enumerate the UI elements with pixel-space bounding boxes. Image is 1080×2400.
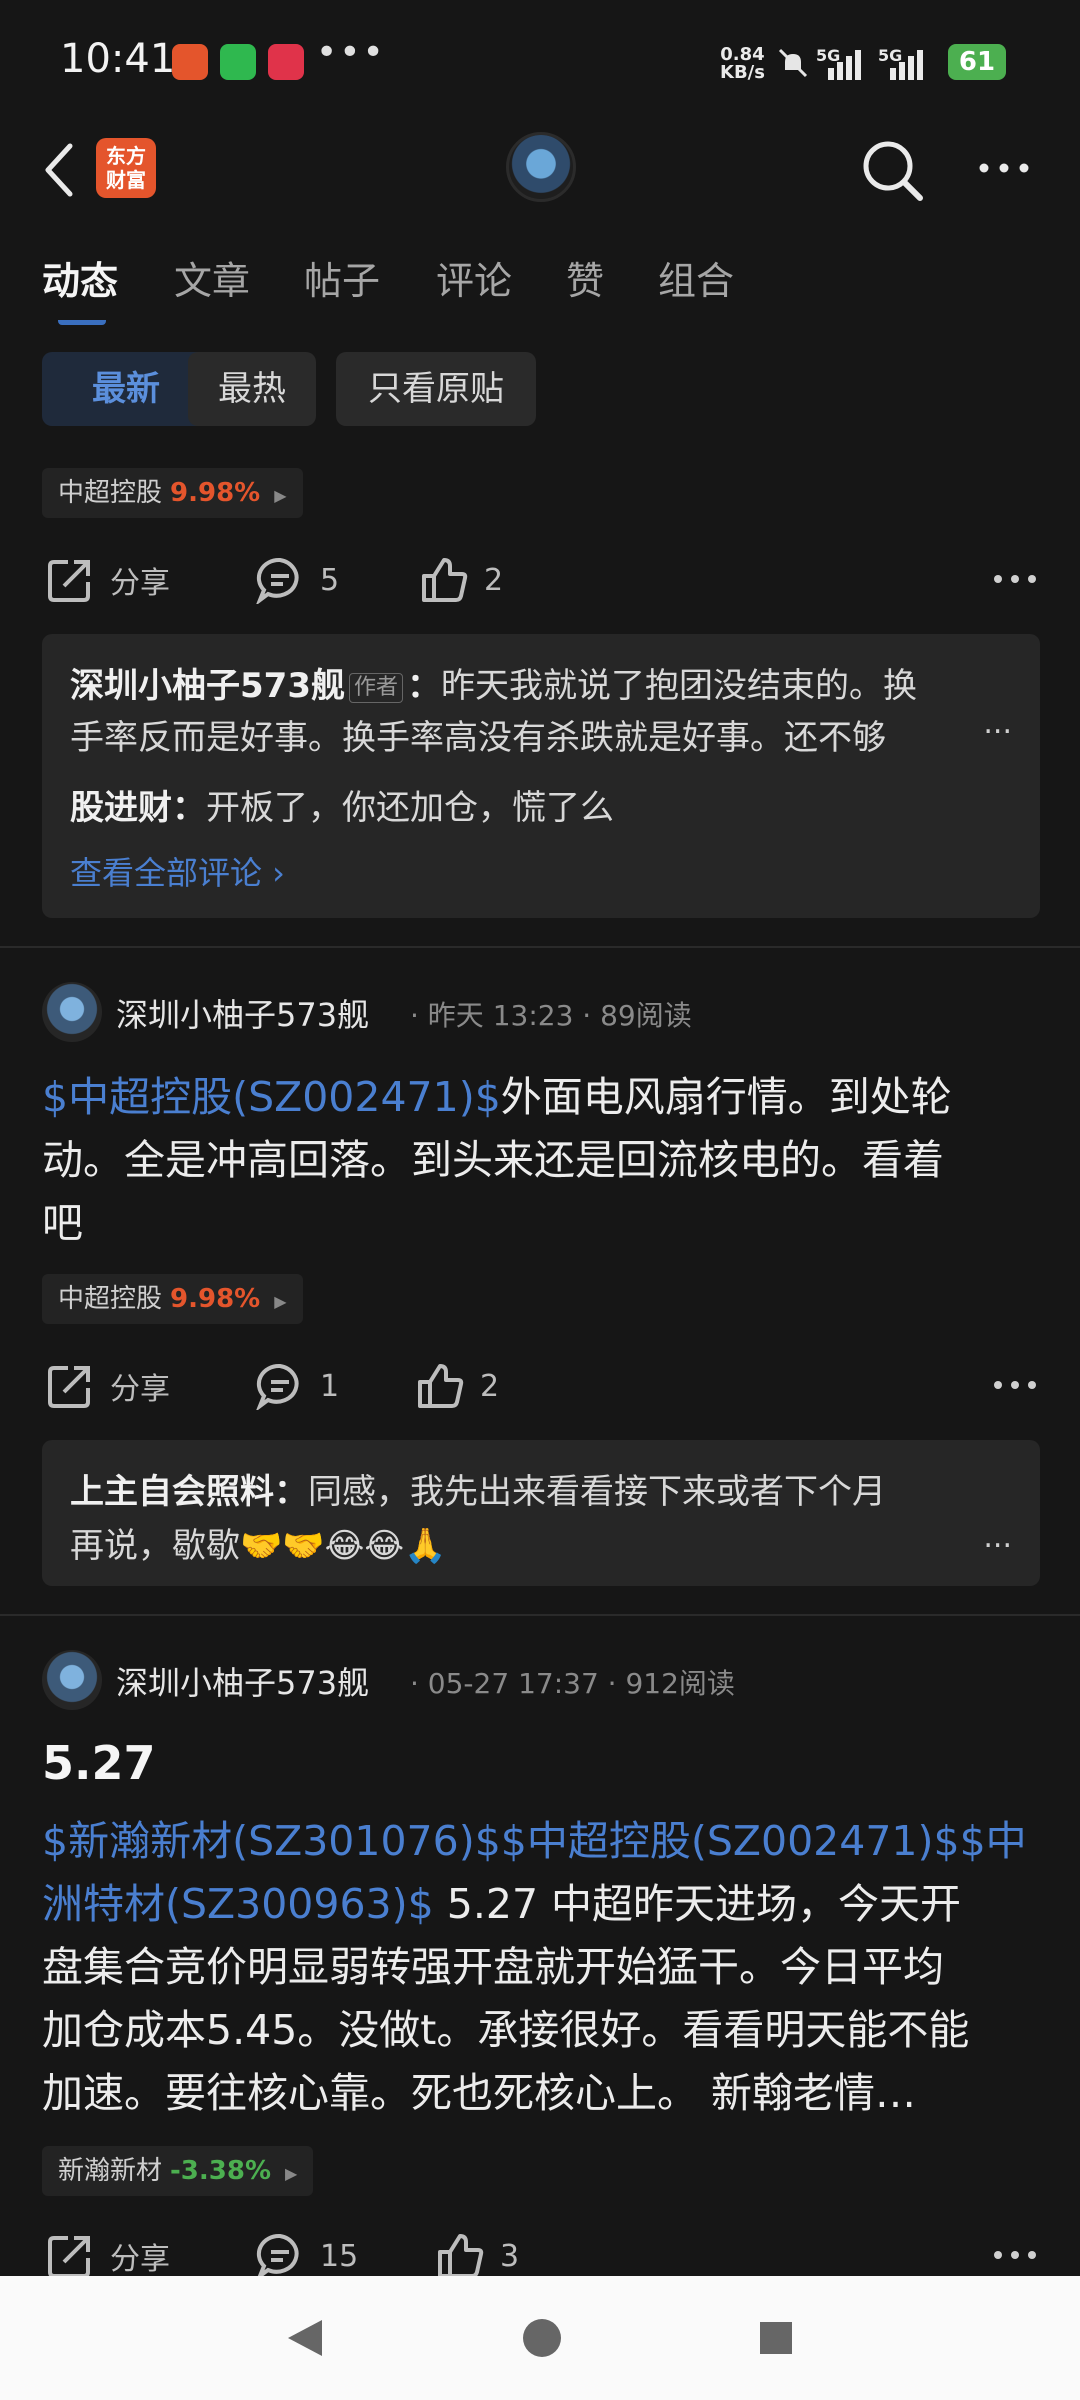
comment-preview-box[interactable]: 上主自会照料：同感，我先出来看看接下来或者下个月 再说，歇歇🤝🤝😂😂🙏 ... bbox=[42, 1440, 1040, 1586]
like-button[interactable]: 2 bbox=[416, 1362, 499, 1410]
eastmoney-logo[interactable]: 东方 财富 bbox=[96, 138, 156, 198]
comment-preview-box[interactable]: 深圳小柚子573舰 作者 ：昨天我就说了抱团没结束的。换 手率反而是好事。换手率高没… bbox=[42, 634, 1040, 918]
post-divider bbox=[0, 1614, 1080, 1616]
back-button[interactable] bbox=[40, 140, 80, 200]
signal-icon-1 bbox=[828, 50, 861, 80]
stock-name: 中超控股 bbox=[58, 1284, 163, 1314]
post-author[interactable]: 深圳小柚子573舰 bbox=[116, 1658, 369, 1704]
post-divider bbox=[0, 946, 1080, 948]
share-button[interactable]: 分享 bbox=[46, 556, 170, 604]
thumbs-up-icon bbox=[422, 558, 468, 602]
battery-indicator: 61 bbox=[948, 44, 1006, 80]
comment-button[interactable]: 1 bbox=[256, 1362, 339, 1410]
share-icon bbox=[48, 2236, 90, 2278]
comment-icon bbox=[256, 2233, 299, 2280]
comment-line-cont: 再说，歇歇🤝🤝😂😂🙏 bbox=[70, 1526, 447, 1566]
expand-ellipsis[interactable]: ... bbox=[983, 1520, 1012, 1555]
play-arrow-icon: ▶ bbox=[285, 2164, 298, 2183]
post-meta: · 05-27 17:37 · 912阅读 bbox=[410, 1667, 735, 1700]
comment-icon bbox=[256, 557, 299, 604]
comment-icon bbox=[256, 1363, 299, 1410]
video-app-icon bbox=[268, 44, 304, 80]
stock-change: -3.38% bbox=[170, 2156, 272, 2186]
stock-change: 9.98% bbox=[170, 1284, 261, 1314]
stock-link: $中超控股(SZ002471)$ bbox=[42, 1073, 501, 1121]
tab-likes[interactable]: 赞 bbox=[566, 250, 604, 305]
like-button[interactable]: 2 bbox=[420, 556, 503, 604]
stock-link: $中 bbox=[959, 1817, 1027, 1865]
signal-icon-2 bbox=[890, 50, 923, 80]
post-body[interactable]: $新瀚新材(SZ301076)$$中超控股(SZ002471)$$中 洲特材(S… bbox=[42, 1810, 1042, 2125]
stock-tag[interactable]: 新瀚新材 -3.38% ▶ bbox=[42, 2146, 314, 2196]
search-icon[interactable] bbox=[858, 136, 928, 206]
status-overflow: ••• bbox=[316, 32, 386, 73]
see-all-comments-link[interactable]: 查看全部评论 › bbox=[70, 848, 285, 894]
stock-tag[interactable]: 中超控股 9.98% ▶ bbox=[42, 468, 303, 518]
wechat-icon bbox=[220, 44, 256, 80]
nav-home-icon[interactable] bbox=[520, 2316, 564, 2360]
notification-app-icon bbox=[172, 44, 208, 80]
play-arrow-icon: ▶ bbox=[274, 1292, 287, 1311]
author-badge: 作者 bbox=[348, 672, 403, 703]
profile-avatar[interactable] bbox=[506, 132, 576, 202]
stock-link: 洲特材(SZ300963)$ bbox=[42, 1880, 434, 1928]
tab-comments[interactable]: 评论 bbox=[436, 250, 512, 305]
tab-dynamic[interactable]: 动态 bbox=[42, 250, 118, 305]
like-button[interactable]: 3 bbox=[436, 2232, 519, 2280]
more-options-icon[interactable] bbox=[974, 148, 1034, 188]
stock-link: $中超控股(SZ002471)$ bbox=[500, 1817, 960, 1865]
stock-name: 新瀚新材 bbox=[58, 2156, 163, 2186]
comment-button[interactable]: 5 bbox=[256, 556, 339, 604]
commenter-name: 深圳小柚子573舰 bbox=[70, 666, 345, 706]
mute-icon bbox=[778, 48, 808, 78]
stock-link: $新瀚新材(SZ301076)$ bbox=[42, 1817, 501, 1865]
filter-original-only[interactable]: 只看原贴 bbox=[336, 352, 536, 426]
filter-latest[interactable]: 最新 bbox=[42, 352, 210, 426]
expand-ellipsis[interactable]: ... bbox=[983, 706, 1012, 741]
comment-button[interactable]: 15 bbox=[256, 2232, 358, 2280]
post-more-icon[interactable] bbox=[990, 2240, 1040, 2270]
share-icon bbox=[48, 1366, 90, 1408]
comment-line: 上主自会照料：同感，我先出来看看接下来或者下个月 bbox=[70, 1472, 886, 1512]
tab-posts[interactable]: 帖子 bbox=[304, 250, 380, 305]
system-nav-bar bbox=[0, 2276, 1080, 2400]
post-author[interactable]: 深圳小柚子573舰 bbox=[116, 990, 369, 1036]
nav-recents-icon[interactable] bbox=[756, 2318, 796, 2358]
avatar[interactable] bbox=[42, 1650, 102, 1710]
stock-change: 9.98% bbox=[170, 478, 261, 508]
avatar[interactable] bbox=[42, 982, 102, 1042]
share-icon bbox=[48, 560, 90, 602]
share-button[interactable]: 分享 bbox=[46, 1362, 170, 1410]
post-more-icon[interactable] bbox=[990, 564, 1040, 594]
stock-tag[interactable]: 中超控股 9.98% ▶ bbox=[42, 1274, 303, 1324]
nav-back-icon[interactable] bbox=[282, 2316, 326, 2360]
post-title[interactable]: 5.27 bbox=[42, 1736, 156, 1790]
stock-name: 中超控股 bbox=[58, 478, 163, 508]
comment-line: 股进财：开板了，你还加仓，慌了么 bbox=[70, 788, 614, 828]
status-time: 10:41 bbox=[60, 36, 176, 82]
active-tab-indicator bbox=[58, 312, 106, 325]
post-body[interactable]: $中超控股(SZ002471)$外面电风扇行情。到处轮 动。全是冲高回落。到头来… bbox=[42, 1066, 1042, 1255]
commenter-name: 上主自会照料 bbox=[70, 1472, 274, 1512]
post-more-icon[interactable] bbox=[990, 1370, 1040, 1400]
comment-line: 深圳小柚子573舰 作者 ：昨天我就说了抱团没结束的。换 bbox=[70, 666, 917, 706]
commenter-name: 股进财 bbox=[70, 788, 172, 828]
comment-line-cont: 手率反而是好事。换手率高没有杀跌就是好事。还不够 bbox=[70, 718, 886, 758]
tab-articles[interactable]: 文章 bbox=[174, 250, 250, 305]
filter-hottest[interactable]: 最热 bbox=[188, 352, 316, 426]
play-arrow-icon: ▶ bbox=[274, 486, 287, 505]
thumbs-up-icon bbox=[418, 1364, 464, 1408]
post-meta: · 昨天 13:23 · 89阅读 bbox=[410, 999, 692, 1032]
network-speed: 0.84 KB/s bbox=[720, 44, 765, 83]
share-button[interactable]: 分享 bbox=[46, 2232, 170, 2280]
thumbs-up-icon bbox=[438, 2234, 484, 2278]
tab-portfolio[interactable]: 组合 bbox=[658, 250, 734, 305]
